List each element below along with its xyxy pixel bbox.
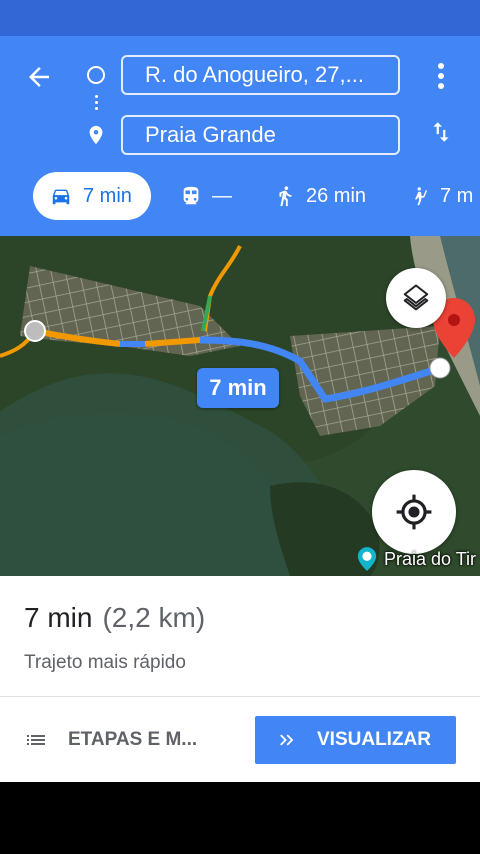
preview-button[interactable]: VISUALIZAR — [255, 716, 456, 764]
divider — [0, 696, 480, 697]
mode-car-tab[interactable]: 7 min — [33, 172, 151, 220]
beach-place-icon — [357, 547, 377, 571]
list-icon — [27, 735, 45, 745]
travel-mode-bar: 7 min — 26 min 7 m — [0, 172, 480, 220]
steps-button[interactable]: ETAPAS E M... — [24, 720, 197, 760]
destination-marker — [83, 122, 109, 148]
map-place-label[interactable]: Praia do Tir — [356, 545, 476, 573]
ride-icon — [415, 187, 428, 206]
back-button[interactable] — [22, 60, 56, 94]
chevron-double-right-icon — [280, 734, 294, 746]
walk-icon — [279, 186, 292, 207]
my-location-button[interactable] — [372, 470, 456, 554]
preview-label: VISUALIZAR — [317, 729, 431, 750]
swap-icon — [433, 122, 449, 142]
my-location-icon — [396, 494, 432, 530]
layers-button[interactable] — [386, 268, 446, 328]
origin-marker — [83, 62, 109, 88]
mode-walk-tab[interactable]: 26 min — [274, 172, 366, 220]
mode-walk-label: 26 min — [306, 184, 367, 207]
route-origin-point — [24, 320, 46, 342]
origin-circle-icon — [87, 66, 105, 84]
mode-ride-tab[interactable]: 7 m — [410, 172, 473, 220]
car-icon — [52, 189, 70, 205]
transit-icon — [183, 186, 199, 205]
mode-transit-tab[interactable]: — — [180, 172, 232, 220]
route-dots — [94, 95, 98, 113]
route-subtitle: Trajeto mais rápido — [24, 652, 186, 673]
steps-label: ETAPAS E M... — [68, 729, 198, 750]
mode-transit-label: — — [212, 184, 232, 207]
mode-ride-label: 7 m — [440, 184, 474, 207]
summary-distance: (2,2 km) — [102, 602, 206, 633]
more-vert-icon — [438, 63, 444, 89]
status-bar — [0, 0, 480, 36]
mode-car-label: 7 min — [83, 184, 132, 207]
summary-time: 7 min — [24, 602, 93, 633]
route-summary: 7 min (2,2 km) — [24, 602, 205, 634]
back-arrow-icon — [29, 67, 49, 87]
destination-input[interactable]: Praia Grande — [121, 115, 400, 155]
more-options-button[interactable] — [428, 60, 454, 92]
route-destination-point — [429, 357, 451, 379]
map-place-name: Praia do Tir — [384, 548, 477, 569]
swap-button[interactable] — [425, 116, 457, 148]
route-time-bubble[interactable]: 7 min — [197, 368, 279, 408]
layers-icon — [403, 284, 429, 311]
origin-input[interactable]: R. do Anogueiro, 27,... — [121, 55, 400, 95]
destination-pin-icon — [89, 125, 103, 145]
